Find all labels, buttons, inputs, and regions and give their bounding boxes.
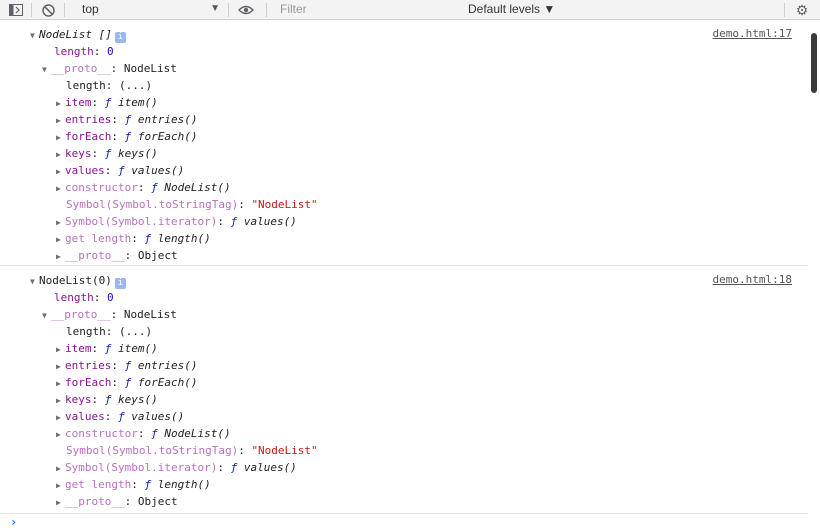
collapsed-triangle-icon: ▶: [56, 167, 61, 176]
property-row[interactable]: ▶ entries: ƒ entries(): [56, 357, 197, 374]
sidebar-toggle-icon[interactable]: [8, 0, 24, 20]
live-expression-eye-icon[interactable]: [236, 0, 256, 20]
property-row[interactable]: ▶ keys: ƒ keys(): [56, 145, 158, 162]
property-row: length: 0: [54, 291, 114, 304]
console-toolbar: top ▼ Filter Default levels ▼ ⚙: [0, 0, 820, 20]
chevron-down-icon: ▼: [210, 3, 220, 14]
console-message: demo.html:17 ▼ NodeList [] i length: 0 ▼ __…: [0, 21, 808, 266]
expanded-triangle-icon: ▼: [42, 311, 47, 320]
collapsed-triangle-icon: ▶: [56, 430, 61, 439]
collapsed-triangle-icon: ▶: [56, 345, 61, 354]
property-row[interactable]: length: (...): [66, 77, 152, 94]
property-row[interactable]: ▶ entries: ƒ entries(): [56, 111, 197, 128]
scrollbar[interactable]: [808, 21, 820, 532]
property-row[interactable]: ▶ keys: ƒ keys(): [56, 391, 158, 408]
property-row[interactable]: ▶ get length: ƒ length(): [56, 476, 211, 493]
filter-input[interactable]: Filter: [272, 1, 452, 19]
collapsed-triangle-icon: ▶: [56, 235, 61, 244]
object-preview: NodeList []: [39, 28, 112, 41]
collapsed-triangle-icon: ▶: [56, 252, 61, 261]
collapsed-triangle-icon: ▶: [56, 218, 61, 227]
object-header[interactable]: ▼ NodeList(0) i: [30, 272, 126, 289]
property-row: Symbol(Symbol.toStringTag): "NodeList": [66, 198, 318, 211]
collapsed-triangle-icon: ▶: [56, 184, 61, 193]
clear-console-icon[interactable]: [40, 0, 56, 20]
property-row: Symbol(Symbol.toStringTag): "NodeList": [66, 444, 318, 457]
collapsed-triangle-icon: ▶: [56, 464, 61, 473]
collapsed-triangle-icon: ▶: [56, 362, 61, 371]
collapsed-triangle-icon: ▶: [56, 396, 61, 405]
property-row[interactable]: ▶ constructor: ƒ NodeList(): [56, 425, 231, 442]
collapsed-triangle-icon: ▶: [56, 133, 61, 142]
property-row[interactable]: ▼ __proto__: NodeList: [42, 60, 177, 77]
property-row[interactable]: ▶ item: ƒ item(): [56, 94, 158, 111]
property-row[interactable]: ▶ forEach: ƒ forEach(): [56, 128, 197, 145]
property-row[interactable]: ▶ Symbol(Symbol.iterator): ƒ values(): [56, 213, 297, 230]
console-messages: demo.html:17 ▼ NodeList [] i length: 0 ▼ __…: [0, 21, 808, 532]
property-row[interactable]: length: (...): [66, 323, 152, 340]
source-link[interactable]: demo.html:17: [713, 27, 792, 40]
collapsed-triangle-icon: ▶: [56, 498, 61, 507]
expanded-triangle-icon: ▼: [42, 65, 47, 74]
collapsed-triangle-icon: ▶: [56, 150, 61, 159]
expanded-triangle-icon: ▼: [30, 277, 35, 286]
scrollbar-thumb[interactable]: [811, 33, 817, 93]
collapsed-triangle-icon: ▶: [56, 413, 61, 422]
property-row[interactable]: ▶ item: ƒ item(): [56, 340, 158, 357]
object-preview: NodeList(0): [39, 274, 112, 287]
expanded-triangle-icon: ▼: [30, 31, 35, 40]
context-value: top: [82, 2, 99, 16]
collapsed-triangle-icon: ▶: [56, 481, 61, 490]
collapsed-triangle-icon: ▶: [56, 379, 61, 388]
property-row[interactable]: ▶ values: ƒ values(): [56, 162, 184, 179]
filter-placeholder: Filter: [280, 2, 307, 16]
console-prompt[interactable]: ›: [0, 515, 808, 532]
property-row[interactable]: ▶ __proto__: Object: [56, 493, 178, 510]
property-row: length: 0: [54, 45, 114, 58]
prompt-chevron-icon: ›: [10, 515, 18, 529]
source-link[interactable]: demo.html:18: [713, 273, 792, 286]
console-message: demo.html:18 ▼ NodeList(0) i length: 0 ▼ __…: [0, 267, 808, 514]
property-row[interactable]: ▶ get length: ƒ length(): [56, 230, 211, 247]
context-select[interactable]: top ▼: [72, 0, 224, 20]
property-row[interactable]: ▶ Symbol(Symbol.iterator): ƒ values(): [56, 459, 297, 476]
property-row[interactable]: ▶ forEach: ƒ forEach(): [56, 374, 197, 391]
info-icon: i: [114, 32, 126, 43]
property-row[interactable]: ▶ __proto__: Object: [56, 247, 178, 264]
property-row[interactable]: ▼ __proto__: NodeList: [42, 306, 177, 323]
property-row[interactable]: ▶ values: ƒ values(): [56, 408, 184, 425]
property-row[interactable]: ▶ constructor: ƒ NodeList(): [56, 179, 231, 196]
collapsed-triangle-icon: ▶: [56, 99, 61, 108]
gear-icon[interactable]: ⚙: [794, 0, 810, 20]
object-header[interactable]: ▼ NodeList [] i: [30, 26, 126, 43]
info-icon: i: [114, 278, 126, 289]
collapsed-triangle-icon: ▶: [56, 116, 61, 125]
log-levels-label: Default levels ▼: [468, 2, 556, 16]
